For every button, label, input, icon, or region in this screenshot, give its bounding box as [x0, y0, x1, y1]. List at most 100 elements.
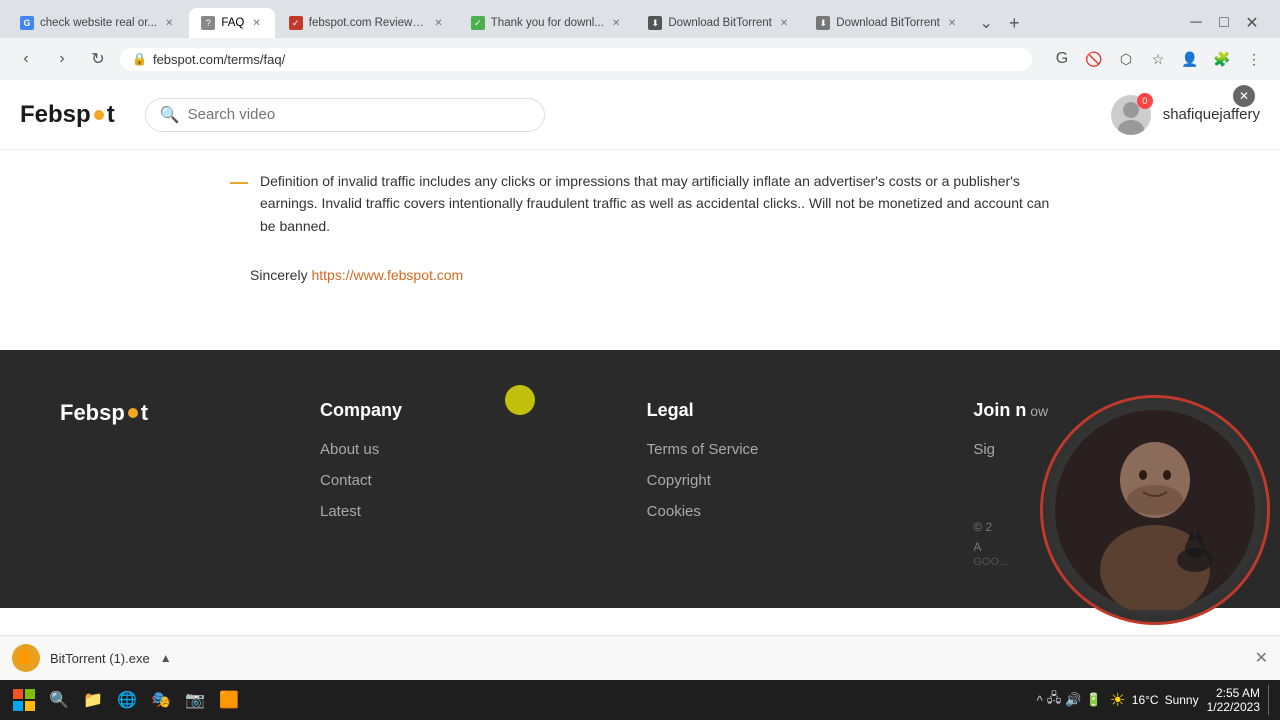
- tab-bar: G check website real or... ✕ ? FAQ ✕ ✓ f…: [0, 0, 1280, 38]
- sincerely-prefix: Sincerely: [250, 267, 308, 283]
- video-content: [1055, 410, 1255, 610]
- taskbar-icon-ps[interactable]: 🎭: [146, 685, 176, 715]
- sincerely-line: Sincerely https://www.febspot.com: [230, 267, 1050, 283]
- footer-logo-dot: [128, 408, 138, 418]
- start-button[interactable]: [8, 684, 40, 716]
- taskbar-sys-icons: ^ 🖧 🔊 🔋: [1037, 689, 1102, 711]
- tab-5[interactable]: ⬇ Download BitTorrent ✕: [636, 8, 802, 38]
- tab-2-label: FAQ: [221, 17, 244, 29]
- tab-2-close[interactable]: ✕: [250, 16, 262, 31]
- maximize-button[interactable]: □: [1212, 11, 1236, 35]
- tab-5-label: Download BitTorrent: [668, 17, 772, 29]
- taskbar-icon-misc[interactable]: 🟧: [214, 685, 244, 715]
- tab-2-favicon: ?: [201, 16, 215, 30]
- weather-icon: ☀: [1110, 690, 1126, 711]
- address-bar: ‹ › ↻ 🔒 febspot.com/terms/faq/ G 🚫 ⬡ ☆ 👤…: [0, 38, 1280, 80]
- tab-1-favicon: G: [20, 16, 34, 30]
- footer-company-title: Company: [320, 400, 567, 421]
- tab-2[interactable]: ? FAQ ✕: [189, 8, 274, 38]
- logo-text-2: t: [107, 101, 115, 129]
- extension-puzzle[interactable]: 🧩: [1208, 45, 1236, 73]
- footer-terms[interactable]: Terms of Service: [647, 441, 894, 458]
- logo-text-1: Febsp: [20, 101, 91, 129]
- taskbar-chrome[interactable]: 🌐: [112, 685, 142, 715]
- username: shafiquejaffery: [1163, 106, 1260, 123]
- taskbar-search[interactable]: 🔍: [44, 685, 74, 715]
- bullet-dash: —: [230, 172, 248, 193]
- extension-icon-1[interactable]: 🚫: [1080, 45, 1108, 73]
- url-text[interactable]: febspot.com/terms/faq/: [153, 52, 1020, 67]
- taskbar: 🔍 📁 🌐 🎭 📷 🟧 ^ 🖧 🔊 🔋 ☀ 16°C Sunny 2:55 AM…: [0, 680, 1280, 720]
- taskbar-file-explorer[interactable]: 📁: [78, 685, 108, 715]
- footer-copyright[interactable]: Copyright: [647, 472, 894, 489]
- footer-cookies[interactable]: Cookies: [647, 503, 894, 520]
- site-header: Febspt 🔍 0 shafiquejaffery: [0, 80, 1280, 150]
- download-file-icon: [12, 644, 40, 672]
- footer-contact[interactable]: Contact: [320, 472, 567, 489]
- download-bar-close[interactable]: ✕: [1255, 648, 1268, 668]
- tab-3-favicon: ✓: [289, 16, 303, 30]
- tab-3[interactable]: ✓ febspot.com Reviews... ✕: [277, 8, 457, 38]
- footer-legal-section: Legal Terms of Service Copyright Cookies: [647, 400, 894, 568]
- taskbar-chevron[interactable]: ^: [1037, 693, 1043, 708]
- tab-4-label: Thank you for downl...: [491, 17, 604, 29]
- footer-logo-text-2: t: [141, 400, 148, 426]
- taskbar-clock[interactable]: 2:55 AM 1/22/2023: [1207, 686, 1260, 714]
- tab-1-close[interactable]: ✕: [163, 16, 175, 31]
- footer-latest[interactable]: Latest: [320, 503, 567, 520]
- back-button[interactable]: ‹: [12, 45, 40, 73]
- footer-about-us[interactable]: About us: [320, 441, 567, 458]
- taskbar-network: 🖧: [1047, 689, 1062, 711]
- forward-button[interactable]: ›: [48, 45, 76, 73]
- footer-logo: Febspt: [60, 400, 240, 426]
- taskbar-date-value: 1/22/2023: [1207, 700, 1260, 714]
- tab-6[interactable]: ⬇ Download BitTorrent ✕: [804, 8, 970, 38]
- footer-logo-text-1: Febsp: [60, 400, 125, 426]
- taskbar-battery: 🔋: [1085, 692, 1101, 708]
- sincerely-link[interactable]: https://www.febspot.com: [311, 267, 463, 283]
- footer-logo-section: Febspt: [60, 400, 240, 568]
- tab-3-close[interactable]: ✕: [432, 16, 444, 31]
- tab-6-close[interactable]: ✕: [946, 16, 958, 31]
- lock-icon: 🔒: [132, 52, 147, 66]
- browser-chrome: G check website real or... ✕ ? FAQ ✕ ✓ f…: [0, 0, 1280, 81]
- extensions-more[interactable]: ⋮: [1240, 45, 1268, 73]
- close-button[interactable]: ✕: [1240, 11, 1264, 35]
- tab-4[interactable]: ✓ Thank you for downl... ✕: [459, 8, 635, 38]
- tab-4-favicon: ✓: [471, 16, 485, 30]
- cast-button[interactable]: ⬡: [1112, 45, 1140, 73]
- new-tab-button[interactable]: +: [1000, 9, 1028, 37]
- taskbar-show-desktop[interactable]: [1268, 685, 1272, 715]
- weather-temp: 16°C: [1132, 693, 1159, 707]
- tab-1[interactable]: G check website real or... ✕: [8, 8, 187, 38]
- search-input[interactable]: [188, 106, 530, 123]
- user-avatar-wrapper: 0: [1111, 95, 1151, 135]
- content-inner: — Definition of invalid traffic includes…: [190, 170, 1090, 283]
- taskbar-icon-cam[interactable]: 📷: [180, 685, 210, 715]
- search-engine-button[interactable]: G: [1048, 45, 1076, 73]
- tab-4-close[interactable]: ✕: [610, 16, 622, 31]
- download-filename: BitTorrent (1).exe: [50, 651, 150, 666]
- tab-5-close[interactable]: ✕: [778, 16, 790, 31]
- search-bar[interactable]: 🔍: [145, 98, 545, 132]
- tab-6-favicon: ⬇: [816, 16, 830, 30]
- download-item: BitTorrent (1).exe ▲: [12, 644, 1243, 672]
- footer-copyright-text: © 2: [973, 520, 992, 534]
- video-popup-inner: [1043, 398, 1267, 622]
- footer-company-section: Company About us Contact Latest: [320, 400, 567, 568]
- tab-3-label: febspot.com Reviews...: [309, 17, 427, 29]
- main-content: — Definition of invalid traffic includes…: [0, 150, 1280, 350]
- bookmark-button[interactable]: ☆: [1144, 45, 1172, 73]
- reload-button[interactable]: ↻: [84, 45, 112, 73]
- minimize-button[interactable]: ─: [1184, 11, 1208, 35]
- tab-overflow[interactable]: ⌄: [974, 11, 998, 35]
- taskbar-time-value: 2:55 AM: [1207, 686, 1260, 700]
- profile-icon[interactable]: 👤: [1176, 45, 1204, 73]
- download-expand[interactable]: ▲: [160, 651, 172, 665]
- site-logo[interactable]: Febspt: [20, 101, 115, 129]
- video-close-button[interactable]: ✕: [1233, 85, 1255, 107]
- taskbar-speaker: 🔊: [1065, 692, 1081, 708]
- search-icon: 🔍: [160, 105, 180, 125]
- tab-5-favicon: ⬇: [648, 16, 662, 30]
- url-bar[interactable]: 🔒 febspot.com/terms/faq/: [120, 48, 1032, 71]
